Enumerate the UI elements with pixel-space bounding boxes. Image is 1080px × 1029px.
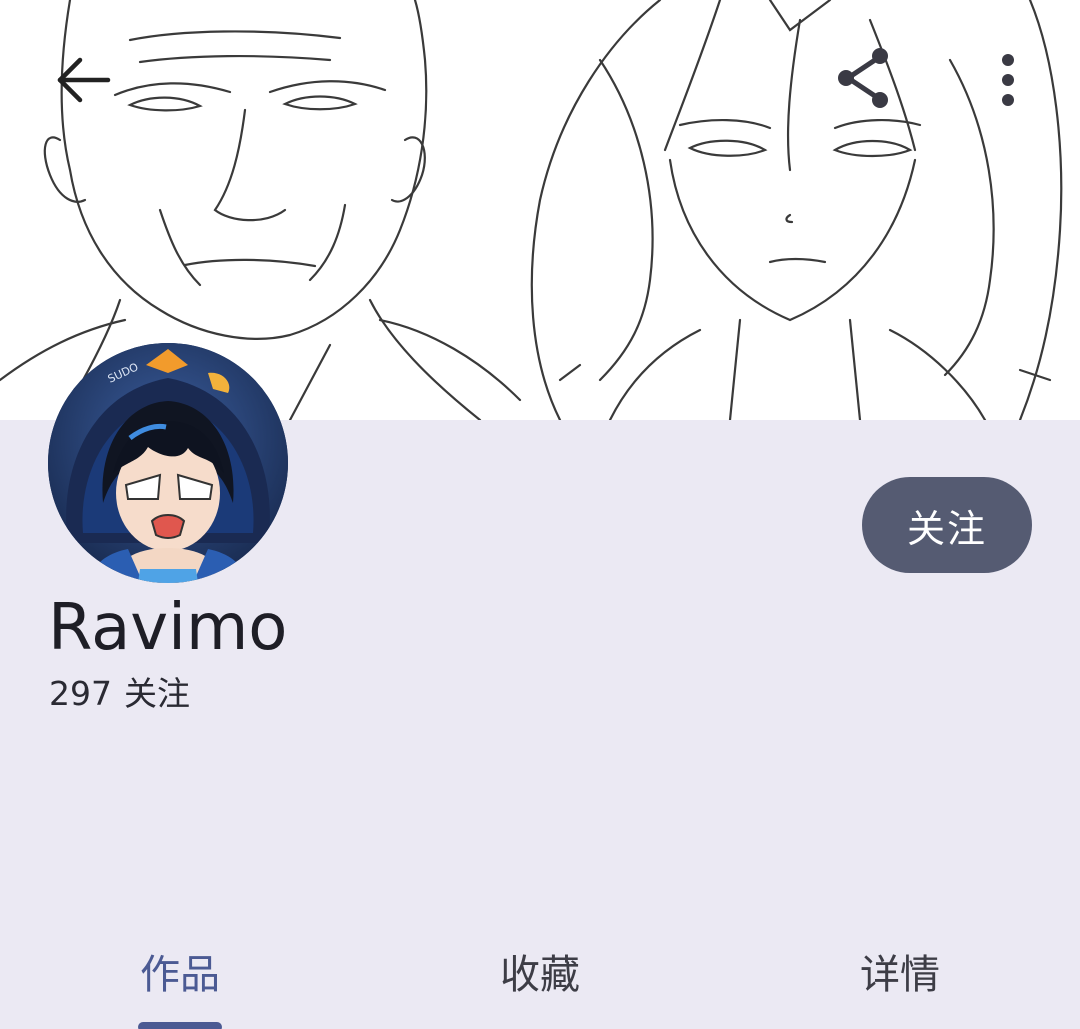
profile-username: Ravimo bbox=[48, 591, 288, 665]
tab-details-label: 详情 bbox=[860, 952, 940, 998]
follow-button-label: 关注 bbox=[906, 506, 987, 551]
avatar-illustration: SUDO bbox=[48, 343, 288, 583]
following-stat[interactable]: 297 关注 bbox=[49, 672, 190, 716]
tab-favorites-label: 收藏 bbox=[500, 952, 580, 998]
share-button[interactable] bbox=[826, 40, 902, 116]
following-count: 297 bbox=[49, 674, 112, 713]
follow-button[interactable]: 关注 bbox=[862, 477, 1032, 573]
share-icon bbox=[838, 48, 888, 108]
user-avatar[interactable]: SUDO bbox=[48, 343, 288, 583]
more-vertical-icon bbox=[1002, 54, 1014, 106]
arrow-left-icon bbox=[57, 57, 111, 103]
tab-works-label: 作品 bbox=[140, 952, 220, 998]
active-tab-indicator bbox=[138, 1022, 222, 1029]
tab-works[interactable]: 作品 bbox=[80, 936, 280, 1006]
tab-details[interactable]: 详情 bbox=[800, 936, 1000, 1006]
tab-favorites[interactable]: 收藏 bbox=[440, 936, 640, 1006]
back-button[interactable] bbox=[44, 44, 124, 116]
following-label: 关注 bbox=[124, 674, 190, 713]
more-options-button[interactable] bbox=[980, 44, 1036, 116]
profile-tabs: 作品 收藏 详情 bbox=[0, 920, 1080, 1029]
